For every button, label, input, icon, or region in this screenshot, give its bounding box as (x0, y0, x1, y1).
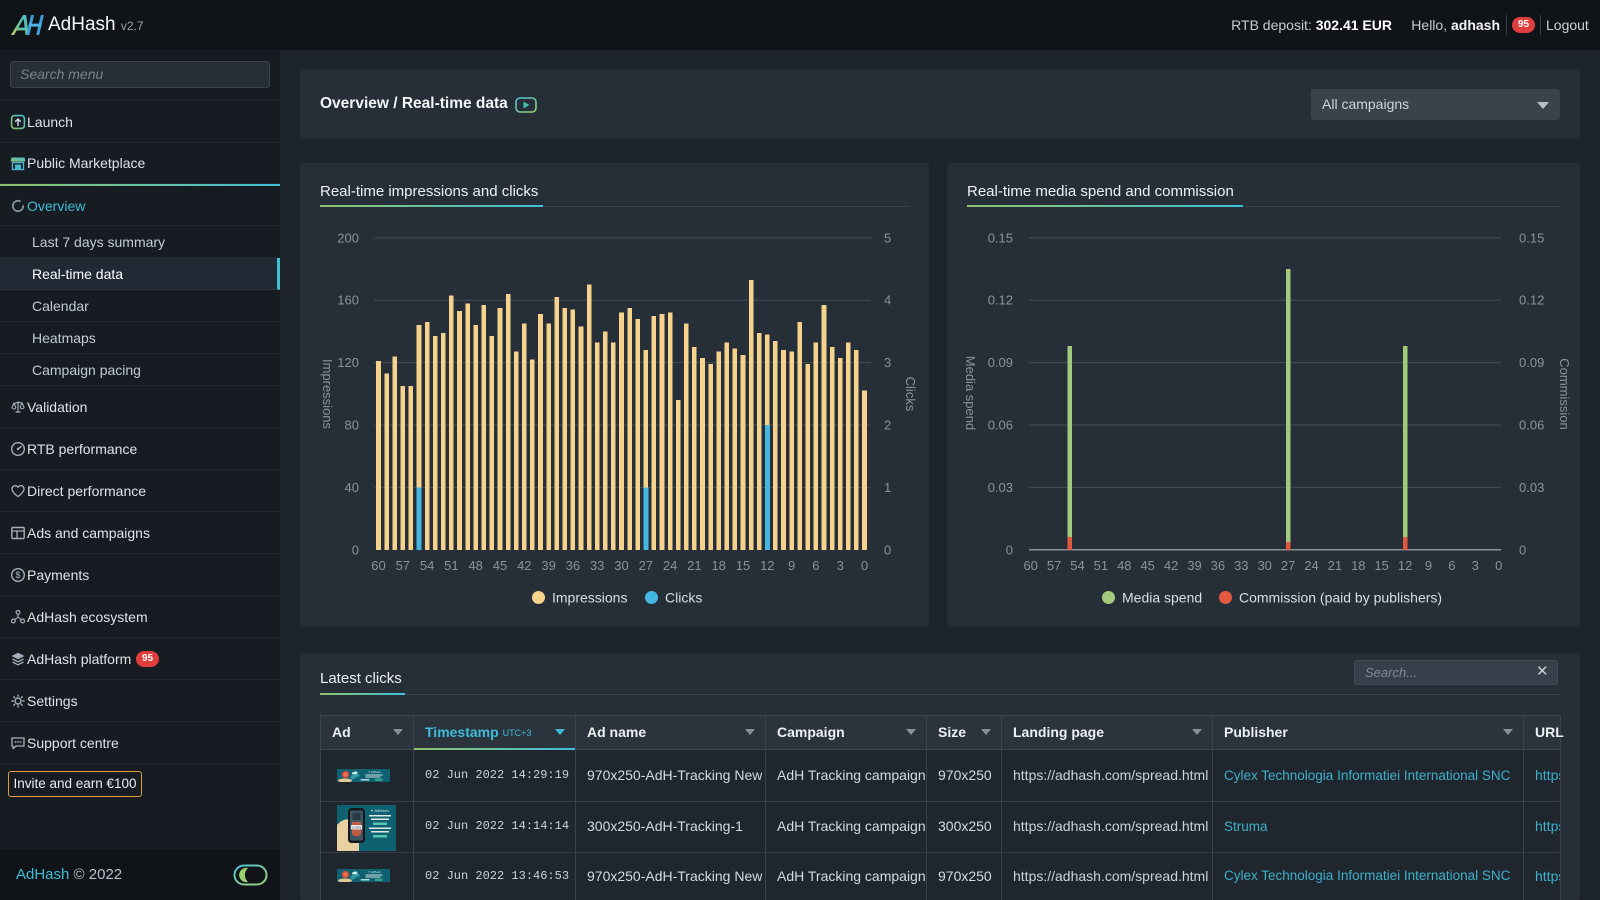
svg-text:$: $ (15, 570, 20, 580)
svg-text:✦ AdHash: ✦ AdHash (368, 870, 381, 874)
svg-text:LOGIN: LOGIN (352, 826, 361, 830)
svg-text:✦ AdHash: ✦ AdHash (368, 770, 381, 774)
svg-text:✦ AdHash: ✦ AdHash (370, 808, 388, 813)
